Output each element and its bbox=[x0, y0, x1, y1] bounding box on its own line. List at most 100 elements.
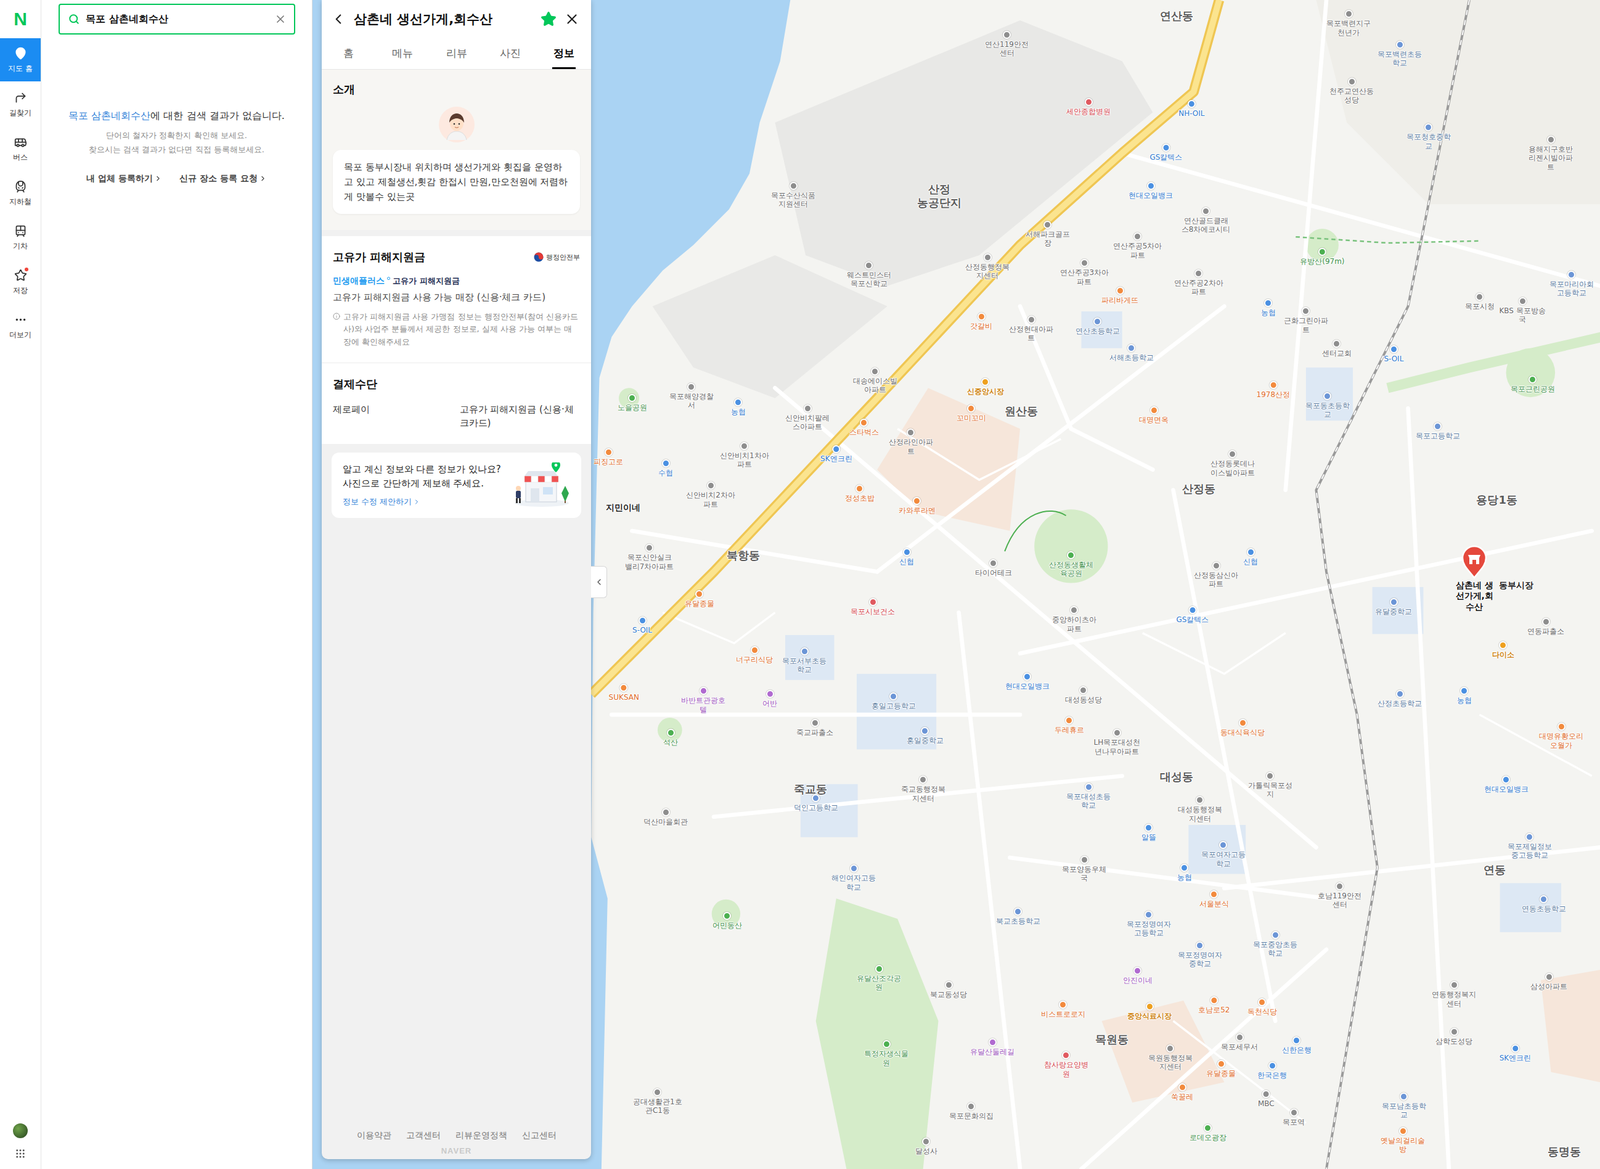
map-label[interactable]: 목포마리아회고등학교 bbox=[1546, 270, 1597, 298]
close-button[interactable] bbox=[563, 11, 580, 28]
map-label[interactable]: 연동파출소 bbox=[1527, 617, 1565, 636]
map-label[interactable]: 신한은행 bbox=[1281, 1036, 1312, 1054]
map-label[interactable]: 갓갈비 bbox=[970, 312, 993, 331]
map-label[interactable]: 죽교파출소 bbox=[796, 718, 834, 737]
map-label[interactable]: 대성동 bbox=[1159, 769, 1194, 784]
map-label[interactable]: 대성동행정복지센터 bbox=[1175, 795, 1225, 823]
map-label[interactable]: 타이어테크 bbox=[975, 559, 1013, 577]
map-label[interactable]: 북교동성당 bbox=[930, 980, 968, 999]
map-label[interactable]: 목포중앙초등학교 bbox=[1250, 930, 1300, 958]
map-label[interactable]: GS칼텍스 bbox=[1149, 143, 1183, 162]
nav-item[interactable]: 기차 bbox=[0, 215, 41, 259]
map-label[interactable]: 목포시청 bbox=[1465, 292, 1495, 311]
map-label[interactable]: 바반트관광호텔 bbox=[678, 686, 728, 714]
map-label[interactable]: 목포제일정보중고등학교 bbox=[1505, 832, 1555, 860]
map-label[interactable]: 농협 bbox=[730, 398, 746, 417]
place-tab[interactable]: 메뉴 bbox=[375, 38, 429, 70]
map-label[interactable]: 목포정명여자고등학교 bbox=[1124, 910, 1174, 938]
map-label[interactable]: 목포남초등학교 bbox=[1379, 1092, 1429, 1120]
back-button[interactable] bbox=[330, 11, 347, 28]
map-label[interactable]: 중앙식료시장 bbox=[1127, 1002, 1172, 1021]
naver-logo[interactable]: N bbox=[0, 0, 41, 39]
apps-grid-icon[interactable] bbox=[14, 1147, 26, 1159]
map-label[interactable]: 연산주공3차아파트 bbox=[1059, 258, 1109, 286]
map-label[interactable]: LH목포대성천년나무아파트 bbox=[1092, 728, 1142, 756]
map-label[interactable]: 용해지구호반리젠시빌아파트 bbox=[1526, 135, 1576, 172]
search-input[interactable]: 목포 삼촌네회수산 bbox=[85, 12, 269, 26]
map-label[interactable]: 동대식육식당 bbox=[1220, 718, 1265, 737]
map-label[interactable]: 북항동 bbox=[726, 548, 760, 563]
profile-avatar[interactable] bbox=[12, 1122, 28, 1138]
map-label[interactable]: 산정동생활체육공원 bbox=[1046, 551, 1096, 579]
suggest-card[interactable]: 알고 계신 정보와 다른 정보가 있나요?사진으로 간단하게 제보해 주세요.정… bbox=[331, 452, 582, 518]
map-label[interactable]: 유달중학교 bbox=[1375, 597, 1413, 616]
map-label[interactable]: 천주교연산동성당 bbox=[1326, 77, 1377, 105]
map-label[interactable]: KBS 목포방송국 bbox=[1497, 297, 1547, 325]
map-label[interactable]: NH-OIL bbox=[1178, 99, 1205, 118]
map-label[interactable]: 서해파크골프장 bbox=[1023, 220, 1073, 248]
map-label[interactable]: 정성초밥 bbox=[844, 484, 875, 503]
map-label[interactable]: 중앙하이츠아파트 bbox=[1049, 605, 1099, 633]
footer-link[interactable]: 고객센터 bbox=[406, 1129, 441, 1141]
map-label[interactable]: 카와루라멘 bbox=[898, 496, 936, 515]
map-label[interactable]: 목포신안실크밸리7차아파트 bbox=[624, 543, 675, 571]
footer-link[interactable]: 신고센터 bbox=[522, 1129, 557, 1141]
map-label[interactable]: 옛날의걸리술방 bbox=[1378, 1126, 1428, 1154]
search-box[interactable]: 목포 삼촌네회수산 bbox=[58, 3, 296, 35]
map-label[interactable]: 신안비치2차아파트 bbox=[685, 481, 736, 509]
map-label[interactable]: S-OIL bbox=[632, 616, 653, 635]
map-label[interactable]: 농협 bbox=[1177, 863, 1192, 882]
map-label[interactable]: 목포청호중학교 bbox=[1404, 123, 1454, 151]
map-label[interactable]: 호남119안전센터 bbox=[1315, 881, 1365, 910]
place-tab[interactable]: 홈 bbox=[321, 38, 376, 70]
map-label[interactable]: 세안종합병원 bbox=[1066, 97, 1111, 116]
map-label[interactable]: 연동초등학교 bbox=[1521, 894, 1567, 913]
map-label[interactable]: 신안비치1차아파트 bbox=[719, 441, 770, 470]
collapse-panel-button[interactable] bbox=[591, 565, 608, 598]
map-label[interactable]: 신협 bbox=[1243, 547, 1258, 566]
map-label[interactable]: 목포고등학교 bbox=[1415, 422, 1461, 441]
map-label[interactable]: 죽교동 bbox=[793, 782, 828, 796]
map-label[interactable]: 목원동 bbox=[1095, 1032, 1129, 1046]
map-label[interactable]: 목포백련지구천년가 bbox=[1323, 9, 1374, 37]
map-label[interactable]: 동부시장 bbox=[1498, 579, 1534, 590]
map-label[interactable]: 연산119안전센터 bbox=[982, 30, 1032, 58]
map-label[interactable]: 독천식당 bbox=[1247, 997, 1278, 1016]
map-label[interactable]: 목포서부초등학교 bbox=[779, 647, 829, 675]
map-label[interactable]: 산정라인아파트 bbox=[886, 428, 936, 456]
map-label[interactable]: 두레휴르 bbox=[1054, 716, 1085, 735]
map-label[interactable]: 지민이네 bbox=[605, 502, 641, 513]
map-label[interactable]: 북교초등학교 bbox=[995, 907, 1041, 926]
map-label[interactable]: 근화그린아파트 bbox=[1281, 306, 1331, 335]
map-label[interactable]: 목포양동우체국 bbox=[1059, 855, 1109, 883]
map-label[interactable]: 농협 bbox=[1261, 298, 1276, 317]
place-tab[interactable]: 리뷰 bbox=[429, 38, 484, 70]
map-label[interactable]: 대명유황오리오월가 bbox=[1536, 722, 1586, 750]
map-label[interactable]: 호남로52 bbox=[1198, 995, 1230, 1014]
nav-item[interactable]: 저장 bbox=[0, 260, 41, 304]
map-label[interactable]: 산정동행정복지센터 bbox=[962, 253, 1013, 281]
map-label[interactable]: 홍일고등학교 bbox=[871, 692, 916, 711]
map-label[interactable]: 석산 bbox=[663, 728, 678, 747]
map-label[interactable]: 센터교회 bbox=[1322, 339, 1352, 358]
map-label[interactable]: 홍일중학교 bbox=[906, 726, 944, 745]
map-label[interactable]: 해인여자고등학교 bbox=[828, 864, 879, 892]
map-label[interactable]: 삼학도성당 bbox=[1435, 1027, 1473, 1046]
map-label[interactable]: 목원동행정복지센터 bbox=[1145, 1044, 1196, 1072]
map-label[interactable]: 산정동삼신아파트 bbox=[1191, 561, 1241, 589]
map-label[interactable]: 산정동롯데나이스빌아파트 bbox=[1208, 449, 1258, 478]
map-label[interactable]: 목포백련초등학교 bbox=[1375, 40, 1425, 68]
map-label[interactable]: 유달종물 bbox=[1206, 1059, 1236, 1078]
nav-item[interactable]: 지도 홈 bbox=[0, 38, 41, 82]
map-label[interactable]: 목포여자고등학교 bbox=[1198, 840, 1249, 868]
map-label[interactable]: 대성동성당 bbox=[1065, 685, 1103, 704]
map-label[interactable]: 유달종물 bbox=[684, 589, 715, 608]
map-label[interactable]: 목포대성초등학교 bbox=[1063, 782, 1114, 810]
map-label[interactable]: 신안비치팔레스아파트 bbox=[782, 404, 833, 432]
map-label[interactable]: 산정 농공단지 bbox=[911, 182, 968, 209]
map-label[interactable]: 목포정명여자중학교 bbox=[1175, 941, 1225, 969]
map-label[interactable]: 목포해양경찰서 bbox=[666, 382, 717, 410]
selected-place-pin-icon[interactable] bbox=[1460, 544, 1489, 579]
map-label[interactable]: 연동행정복지센터 bbox=[1429, 980, 1479, 1008]
map-label[interactable]: 스타벅스 bbox=[849, 418, 879, 437]
